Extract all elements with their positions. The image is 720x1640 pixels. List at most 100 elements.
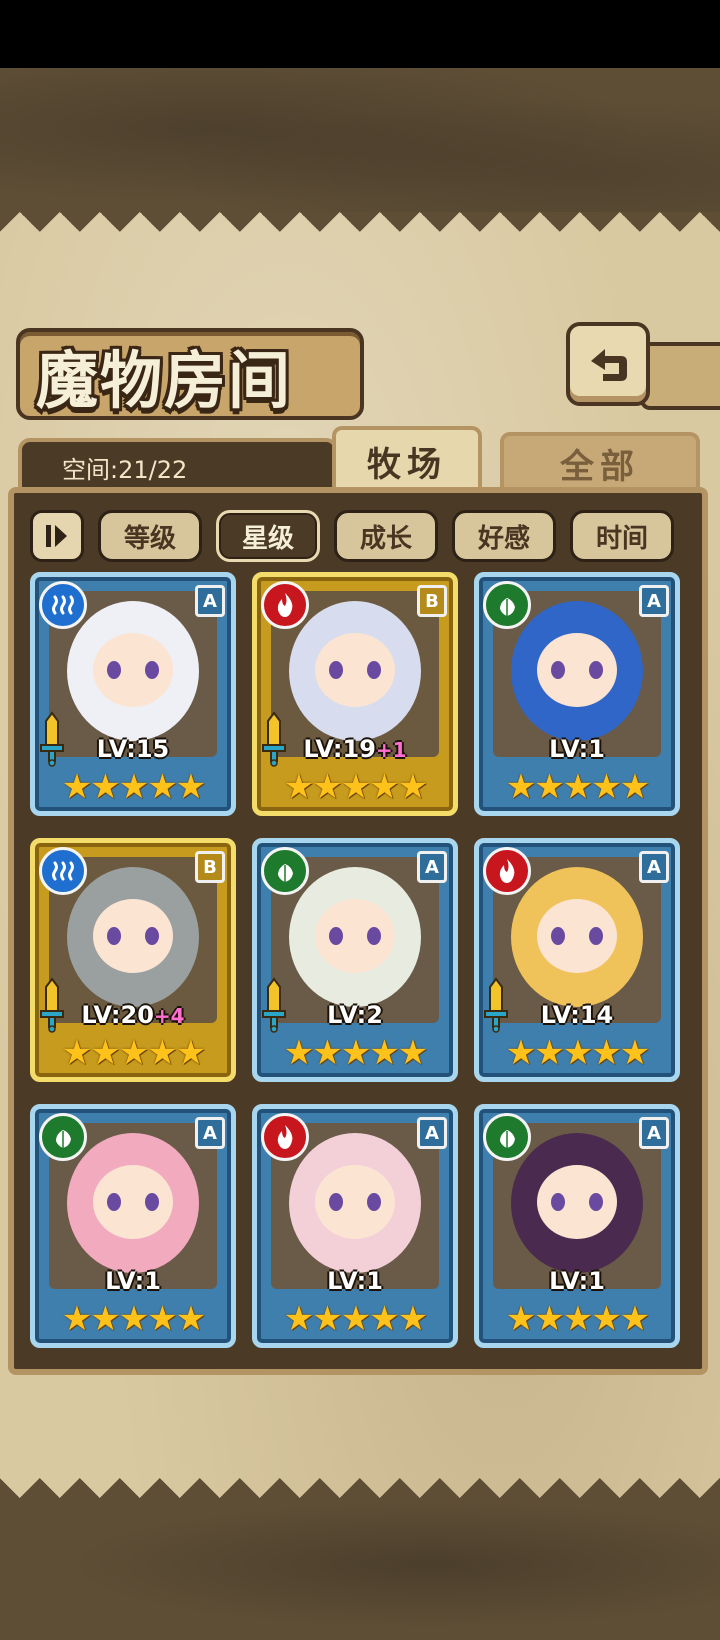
nature-element-icon	[261, 847, 309, 895]
character-face	[537, 899, 617, 973]
monster-card[interactable]: B LV:20+4 ★★★★★	[30, 838, 236, 1082]
monster-card[interactable]: A LV:1 ★★★★★	[474, 572, 680, 816]
star-icon: ★	[175, 767, 207, 807]
monster-grid: A LV:15 ★★★★★ B LV:19+1 ★★★★★ A LV:1 ★★★★★ B LV:20…	[30, 572, 694, 1354]
character-eye-left	[107, 927, 121, 945]
character-eye-right	[367, 661, 381, 679]
map-background-bottom	[0, 1490, 720, 1640]
character-face	[315, 1165, 395, 1239]
back-button-plate	[640, 342, 720, 410]
level-value: LV:14	[540, 1001, 614, 1029]
monster-card[interactable]: A LV:15 ★★★★★	[30, 572, 236, 816]
star-icon: ★	[619, 767, 651, 807]
level-value: LV:1	[327, 1267, 383, 1295]
character-eye-left	[551, 661, 565, 679]
level-label: LV:1	[479, 735, 675, 763]
star-icon: ★	[534, 1033, 565, 1073]
star-icon: ★	[505, 1033, 537, 1073]
star-icon: ★	[369, 1033, 400, 1073]
filter-time-button[interactable]: 时间	[570, 510, 674, 562]
page-title: 魔物房间	[36, 344, 293, 417]
character-face	[93, 899, 173, 973]
star-icon: ★	[61, 1033, 93, 1073]
character-eye-right	[589, 1193, 603, 1211]
character-eye-right	[589, 927, 603, 945]
star-icon: ★	[147, 1299, 178, 1339]
star-icon: ★	[90, 1299, 121, 1339]
star-icon: ★	[340, 1033, 372, 1073]
star-icon: ★	[534, 1299, 565, 1339]
star-rating: ★★★★★	[257, 1299, 453, 1339]
level-value: LV:19	[303, 735, 376, 763]
back-arrow-icon	[591, 349, 627, 381]
character-eye-right	[145, 927, 159, 945]
rank-badge: B	[195, 851, 225, 883]
star-rating: ★★★★★	[35, 767, 231, 807]
star-icon: ★	[591, 1299, 622, 1339]
filter-affection-button[interactable]: 好感	[452, 510, 556, 562]
star-icon: ★	[312, 1299, 343, 1339]
tab-ranch[interactable]: 牧场	[332, 426, 482, 492]
monster-card[interactable]: A LV:1 ★★★★★	[30, 1104, 236, 1348]
sort-order-toggle[interactable]	[30, 510, 84, 562]
star-icon: ★	[175, 1033, 207, 1073]
monster-card[interactable]: B LV:19+1 ★★★★★	[252, 572, 458, 816]
star-icon: ★	[90, 767, 121, 807]
tab-all[interactable]: 全部	[500, 432, 700, 490]
monster-card[interactable]: A LV:1 ★★★★★	[474, 1104, 680, 1348]
star-rating: ★★★★★	[479, 1299, 675, 1339]
star-icon: ★	[369, 767, 400, 807]
character-eye-right	[367, 1193, 381, 1211]
rank-badge: B	[417, 585, 447, 617]
level-label: LV:1	[479, 1267, 675, 1295]
fire-element-icon	[261, 1113, 309, 1161]
star-icon: ★	[397, 767, 429, 807]
level-value: LV:1	[549, 1267, 605, 1295]
monster-card[interactable]: A LV:1 ★★★★★	[252, 1104, 458, 1348]
level-label: LV:20+4	[35, 1001, 231, 1029]
star-rating: ★★★★★	[257, 1033, 453, 1073]
star-icon: ★	[562, 1299, 594, 1339]
star-icon: ★	[118, 1033, 150, 1073]
star-icon: ★	[369, 1299, 400, 1339]
level-value: LV:1	[105, 1267, 161, 1295]
rank-badge: A	[195, 1117, 225, 1149]
rank-badge: A	[195, 585, 225, 617]
star-icon: ★	[312, 767, 343, 807]
rank-badge: A	[639, 1117, 669, 1149]
status-bar	[0, 0, 720, 68]
nature-element-icon	[483, 1113, 531, 1161]
nature-element-icon	[39, 1113, 87, 1161]
character-face	[537, 1165, 617, 1239]
torn-edge-top	[0, 212, 720, 252]
star-icon: ★	[147, 767, 178, 807]
character-eye-left	[329, 927, 343, 945]
back-button[interactable]	[566, 322, 650, 406]
map-background-top	[0, 68, 720, 218]
star-icon: ★	[591, 767, 622, 807]
level-value: LV:1	[549, 735, 605, 763]
star-icon: ★	[283, 1299, 315, 1339]
star-rating: ★★★★★	[479, 1033, 675, 1073]
filter-growth-button[interactable]: 成长	[334, 510, 438, 562]
monster-card[interactable]: A LV:14 ★★★★★	[474, 838, 680, 1082]
rank-badge: A	[639, 585, 669, 617]
star-icon: ★	[340, 1299, 372, 1339]
character-face	[315, 633, 395, 707]
level-value: LV:2	[327, 1001, 383, 1029]
nature-element-icon	[483, 581, 531, 629]
character-face	[537, 633, 617, 707]
monster-card[interactable]: A LV:2 ★★★★★	[252, 838, 458, 1082]
character-eye-left	[107, 661, 121, 679]
sort-filter-row: 等级 星级 成长 好感 时间	[30, 510, 690, 562]
level-label: LV:2	[257, 1001, 453, 1029]
star-icon: ★	[591, 1033, 622, 1073]
filter-level-button[interactable]: 等级	[98, 510, 202, 562]
character-face	[315, 899, 395, 973]
filter-stars-button[interactable]: 星级	[216, 510, 320, 562]
level-value: LV:20	[81, 1001, 154, 1029]
fire-element-icon	[261, 581, 309, 629]
star-icon: ★	[340, 767, 372, 807]
character-eye-left	[551, 1193, 565, 1211]
star-icon: ★	[283, 1033, 315, 1073]
